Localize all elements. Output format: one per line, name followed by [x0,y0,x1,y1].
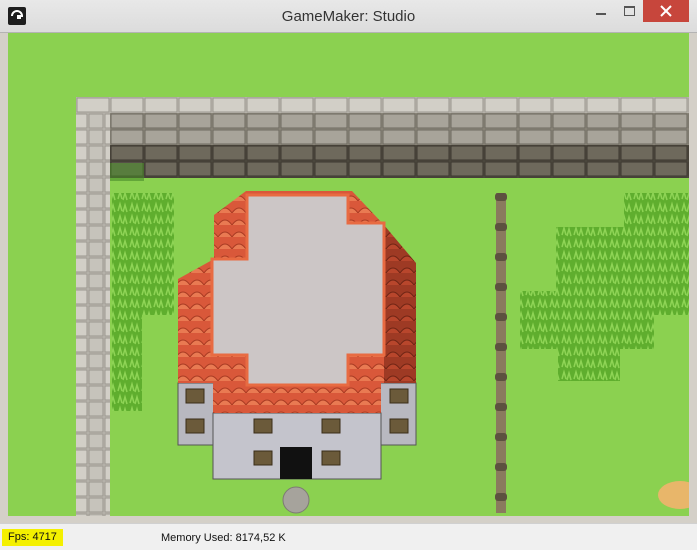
wall-face-lower [110,145,689,161]
minimize-button[interactable] [587,0,615,22]
stepping-stone [282,486,310,514]
maximize-button[interactable] [615,0,643,22]
close-button[interactable] [643,0,689,22]
fps-counter: Fps: 4717 [2,529,63,546]
close-icon [660,5,672,17]
game-scene [8,33,689,516]
wall-face-upper [110,113,689,129]
game-viewport[interactable] [8,33,689,516]
game-window: GameMaker: Studio Fps: 4717 Memory Used:… [0,0,697,550]
wall-face-middle [110,129,689,145]
stone-wall-top [76,97,689,113]
house-door [280,447,312,479]
wall-face-base [110,161,689,178]
memory-used: Memory Used: 8174,52 K [161,532,286,544]
moss-patch [110,163,144,181]
stone-wall-left [76,97,110,516]
status-bar: Fps: 4717 Memory Used: 8174,52 K [0,523,697,550]
title-bar[interactable]: GameMaker: Studio [0,0,697,33]
